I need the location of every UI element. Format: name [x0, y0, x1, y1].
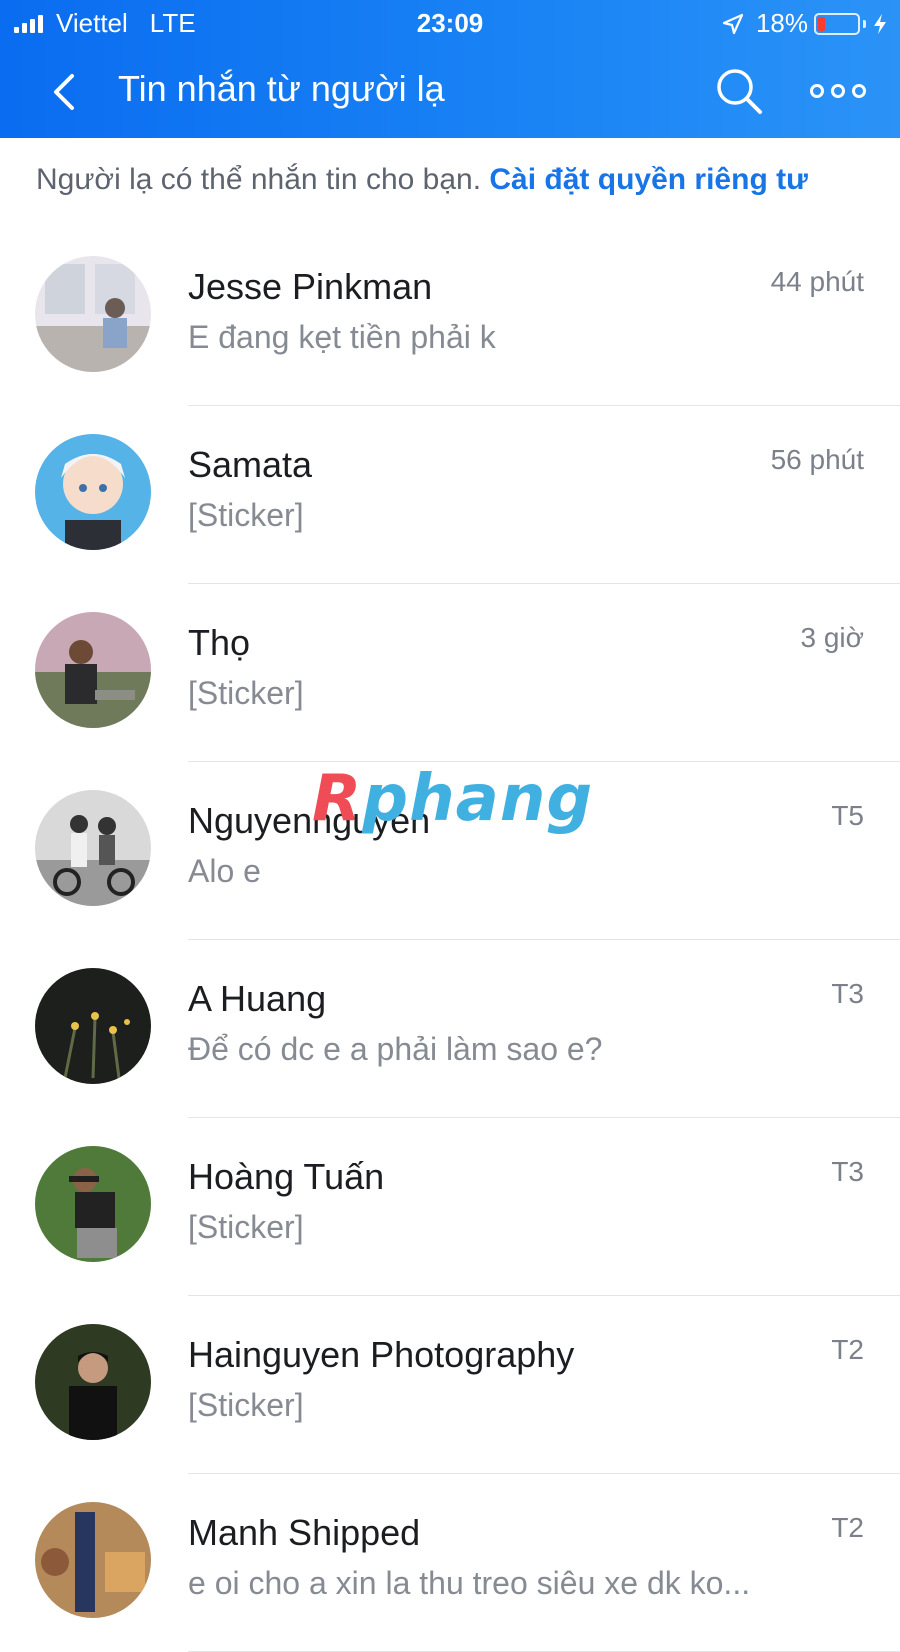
avatar [35, 1324, 151, 1440]
avatar [35, 612, 151, 728]
message-time: T3 [831, 1156, 864, 1187]
privacy-settings-link[interactable]: Cài đặt quyền riêng tư [489, 163, 807, 196]
message-preview: Alo e [188, 853, 261, 889]
contact-name: Manh Shipped [188, 1512, 421, 1553]
back-chevron-icon[interactable] [44, 70, 84, 114]
message-preview: [Sticker] [188, 675, 304, 711]
conversation-row[interactable]: Thọ [Sticker] 3 giờ [0, 584, 900, 762]
contact-name: Jesse Pinkman [188, 266, 433, 307]
location-arrow-icon [722, 13, 744, 34]
conversation-row[interactable]: Samata [Sticker] 56 phút [0, 406, 900, 584]
avatar [35, 434, 151, 550]
message-preview: Để có dc e a phải làm sao e? [188, 1031, 603, 1067]
search-icon[interactable] [714, 66, 764, 116]
app-header: Viettel LTE 23:09 18% Tin nhắn từ người … [0, 0, 900, 138]
message-time: T3 [831, 978, 864, 1009]
charging-bolt-icon [874, 13, 886, 34]
conversation-row[interactable]: Nguyennguyen Alo e T5 [0, 762, 900, 940]
message-time: T2 [831, 1512, 864, 1543]
avatar [35, 1502, 151, 1618]
contact-name: A Huang [188, 978, 327, 1019]
message-preview: e oi cho a xin la thu treo siêu xe dk ko… [188, 1565, 751, 1601]
message-preview: [Sticker] [188, 1209, 304, 1245]
notice-text: Người lạ có thể nhắn tin cho bạn. [36, 163, 482, 196]
status-bar: Viettel LTE 23:09 18% [0, 0, 900, 44]
more-icon[interactable] [810, 76, 866, 106]
navigation-bar: Tin nhắn từ người lạ [0, 52, 900, 132]
avatar [35, 1146, 151, 1262]
contact-name: Hainguyen Photography [188, 1334, 575, 1375]
message-preview: E đang kẹt tiền phải k [188, 319, 496, 355]
message-time: 56 phút [770, 444, 864, 475]
avatar [35, 968, 151, 1084]
conversation-row[interactable]: Jesse Pinkman E đang kẹt tiền phải k 44 ph… [0, 228, 900, 406]
privacy-notice: Người lạ có thể nhắn tin cho bạn. Cài đặ… [36, 163, 808, 197]
message-time: 44 phút [770, 266, 864, 297]
conversation-row[interactable]: Hainguyen Photography [Sticker] T2 [0, 1296, 900, 1474]
conversation-row[interactable]: Manh Shipped e oi cho a xin la thu treo s… [0, 1474, 900, 1652]
contact-name: Thọ [188, 622, 251, 663]
avatar [35, 256, 151, 372]
contact-name: Hoàng Tuấn [188, 1156, 385, 1197]
contact-name: Samata [188, 444, 313, 485]
message-time: 3 giờ [800, 622, 864, 653]
avatar [35, 790, 151, 906]
conversation-row[interactable]: A Huang Để có dc e a phải làm sao e? T3 [0, 940, 900, 1118]
page-title: Tin nhắn từ người lạ [118, 68, 445, 109]
battery-icon [814, 12, 860, 35]
conversation-row[interactable]: Hoàng Tuấn [Sticker] T3 [0, 1118, 900, 1296]
contact-name: Nguyennguyen [188, 800, 431, 841]
message-preview: [Sticker] [188, 497, 304, 533]
battery-percent: 18% [755, 8, 808, 38]
conversation-list: Jesse Pinkman E đang kẹt tiền phải k 44 ph… [0, 228, 900, 1652]
message-preview: [Sticker] [188, 1387, 304, 1423]
message-time: T2 [831, 1334, 864, 1365]
message-time: T5 [831, 800, 864, 831]
